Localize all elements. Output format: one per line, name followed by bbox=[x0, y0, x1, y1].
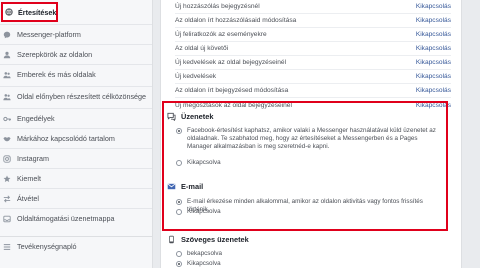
handshake-icon bbox=[3, 135, 11, 143]
turn-off-link[interactable]: Kikapcsolás bbox=[416, 73, 451, 80]
sms-option-on[interactable]: bekapcsolva bbox=[176, 250, 222, 258]
instagram-icon bbox=[3, 154, 11, 163]
sidebar-item-label: Szerepkörök az oldalon bbox=[17, 50, 93, 59]
star-icon bbox=[3, 175, 11, 183]
sidebar-item-featured[interactable]: Kiemelt bbox=[0, 168, 152, 188]
sidebar-item-label: Emberek és más oldalak bbox=[17, 70, 96, 79]
email-section-title: E-mail bbox=[167, 182, 203, 191]
key-icon bbox=[3, 115, 11, 123]
section-title-label: Szöveges üzenetek bbox=[181, 235, 249, 244]
row-label: Az oldalon írt bejegyzésed módosítása bbox=[175, 87, 289, 94]
option-label: Kikapcsolva bbox=[187, 260, 221, 267]
envelope-icon bbox=[167, 182, 176, 191]
sidebar-item-activity-log[interactable]: Tevékenységnapló bbox=[0, 236, 152, 256]
messages-option-off[interactable]: Kikapcsolva bbox=[176, 159, 221, 167]
messenger-icon bbox=[3, 31, 11, 39]
table-row: Új hozzászólás bejegyzésnél Kikapcsolás bbox=[175, 0, 451, 14]
sidebar-item-label: Kiemelt bbox=[17, 174, 41, 183]
turn-off-link[interactable]: Kikapcsolás bbox=[416, 87, 451, 94]
sidebar-item-crossposting[interactable]: Átvétel bbox=[0, 188, 152, 208]
turn-off-link[interactable]: Kikapcsolás bbox=[416, 45, 451, 52]
radio-unselected[interactable] bbox=[176, 251, 182, 257]
table-row: Az oldalon írt hozzászólásaid módosítása… bbox=[175, 14, 451, 28]
turn-off-link[interactable]: Kikapcsolás bbox=[416, 3, 451, 10]
table-row: Új kedvelések az oldal bejegyzéseinél Ki… bbox=[175, 56, 451, 70]
sms-section-title: Szöveges üzenetek bbox=[167, 235, 249, 244]
sidebar-item-permissions[interactable]: Engedélyek bbox=[0, 108, 152, 128]
sidebar-item-support-inbox[interactable]: Oldaltámogatási üzenetmappa bbox=[0, 208, 152, 228]
sms-option-off[interactable]: Kikapcsolva bbox=[176, 260, 221, 268]
globe-icon bbox=[5, 8, 13, 16]
phone-icon bbox=[167, 235, 176, 244]
row-label: Az oldal új követői bbox=[175, 45, 229, 52]
radio-unselected[interactable] bbox=[176, 160, 182, 166]
option-label: Kikapcsolva bbox=[187, 159, 221, 166]
sidebar-item-label: Oldaltámogatási üzenetmappa bbox=[17, 214, 115, 223]
option-label: E-mail érkezése minden alkalommal, amiko… bbox=[187, 198, 423, 213]
row-label: Új kedvelések bbox=[175, 73, 217, 80]
sidebar-item-label: Értesítések bbox=[18, 7, 57, 17]
row-label: Az oldalon írt hozzászólásaid módosítása bbox=[175, 17, 297, 24]
email-option-off[interactable]: Kikapcsolva bbox=[176, 208, 221, 216]
people-icon bbox=[3, 71, 11, 79]
section-title-label: Üzenetek bbox=[181, 112, 214, 121]
messages-section-title: Üzenetek bbox=[167, 112, 214, 122]
radio-selected[interactable] bbox=[176, 128, 182, 134]
sidebar-item-messenger-platform[interactable]: Messenger-platform bbox=[0, 24, 152, 44]
sidebar-item-instagram[interactable]: Instagram bbox=[0, 148, 152, 168]
option-label: Kikapcsolva bbox=[187, 208, 221, 215]
section-title-label: E-mail bbox=[181, 182, 204, 191]
row-label: Új hozzászólás bejegyzésnél bbox=[175, 3, 260, 10]
radio-selected[interactable] bbox=[176, 199, 182, 205]
messages-option-on[interactable]: Facebook-értesítést kaphatsz, amikor val… bbox=[176, 127, 440, 151]
sidebar-item-label: Engedélyek bbox=[17, 114, 55, 123]
settings-sidebar: Értesítések Messenger-platform Szerepkör… bbox=[0, 0, 153, 268]
sidebar-item-notifications[interactable]: Értesítések bbox=[1, 2, 58, 22]
turn-off-link[interactable]: Kikapcsolás bbox=[416, 59, 451, 66]
table-row: Új kedvelések Kikapcsolás bbox=[175, 70, 451, 84]
table-row: Az oldal új követői Kikapcsolás bbox=[175, 42, 451, 56]
option-label: bekapcsolva bbox=[187, 250, 223, 257]
sidebar-item-label: Messenger-platform bbox=[17, 30, 81, 39]
turn-off-link[interactable]: Kikapcsolás bbox=[416, 31, 451, 38]
inbox-icon bbox=[3, 215, 11, 223]
table-row: Az oldalon írt bejegyzésed módosítása Ki… bbox=[175, 84, 451, 98]
row-label: Új kedvelések az oldal bejegyzéseinél bbox=[175, 59, 287, 66]
sidebar-item-label: Tevékenységnapló bbox=[17, 242, 77, 251]
chat-bubble-icon bbox=[167, 112, 176, 122]
sidebar-item-label: Márkához kapcsolódó tartalom bbox=[17, 134, 115, 143]
person-icon bbox=[3, 51, 11, 59]
table-row: Új feliratkozók az eseményekre Kikapcsol… bbox=[175, 28, 451, 42]
people-icon bbox=[3, 93, 11, 101]
sidebar-item-preferred-audience[interactable]: Oldal előnyben részesített célközönsége bbox=[0, 86, 152, 106]
list-icon bbox=[3, 243, 11, 251]
transfer-icon bbox=[3, 194, 11, 203]
sidebar-item-branded-content[interactable]: Márkához kapcsolódó tartalom bbox=[0, 128, 152, 148]
radio-unselected[interactable] bbox=[176, 209, 182, 215]
sidebar-item-page-roles[interactable]: Szerepkörök az oldalon bbox=[0, 44, 152, 64]
option-label: Facebook-értesítést kaphatsz, amikor val… bbox=[187, 127, 436, 150]
sidebar-item-label: Oldal előnyben részesített célközönsége bbox=[17, 92, 147, 101]
sidebar-item-label: Átvétel bbox=[17, 194, 39, 203]
sidebar-item-people-and-pages[interactable]: Emberek és más oldalak bbox=[0, 64, 152, 84]
sidebar-item-label: Instagram bbox=[17, 154, 49, 163]
turn-off-link[interactable]: Kikapcsolás bbox=[416, 17, 451, 24]
row-label: Új feliratkozók az eseményekre bbox=[175, 31, 267, 38]
radio-selected[interactable] bbox=[176, 261, 182, 267]
